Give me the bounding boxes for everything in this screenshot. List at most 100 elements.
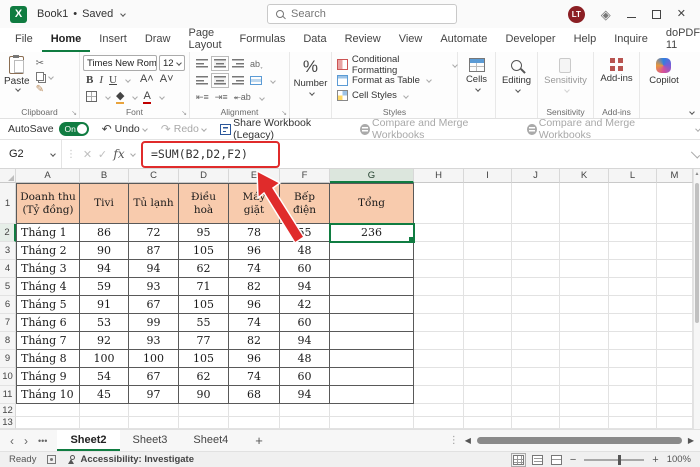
cell-C11[interactable]: 97 [129, 386, 179, 404]
align-top-button[interactable] [196, 59, 208, 68]
cell-C5[interactable]: 93 [129, 278, 179, 296]
cell-L1[interactable] [609, 183, 657, 224]
cell-A4[interactable]: Tháng 3 [16, 260, 80, 278]
cell-K10[interactable] [560, 368, 609, 386]
cell-I13[interactable] [464, 417, 512, 429]
cell-L7[interactable] [609, 314, 657, 332]
autosave-toggle[interactable]: On [59, 122, 89, 136]
cell-F7[interactable]: 60 [280, 314, 330, 332]
row-header-11[interactable]: 11 [0, 386, 16, 404]
col-header-A[interactable]: A [16, 169, 80, 183]
cell-H4[interactable] [414, 260, 464, 278]
cell-K13[interactable] [560, 417, 609, 429]
cell-M12[interactable] [657, 404, 693, 417]
cell-L4[interactable] [609, 260, 657, 278]
cell-A11[interactable]: Tháng 10 [16, 386, 80, 404]
cell-G2[interactable]: 236 [330, 224, 414, 242]
cell-H5[interactable] [414, 278, 464, 296]
cell-F8[interactable]: 94 [280, 332, 330, 350]
horizontal-scroll-thumb[interactable] [477, 437, 682, 444]
cell-B11[interactable]: 45 [80, 386, 129, 404]
cell-F12[interactable] [280, 404, 330, 417]
cell-B4[interactable]: 94 [80, 260, 129, 278]
excel-app-icon[interactable]: X [10, 6, 27, 23]
cell-F13[interactable] [280, 417, 330, 429]
fill-chevron-icon[interactable] [133, 94, 139, 100]
align-bottom-button[interactable] [232, 59, 244, 68]
cell-J13[interactable] [512, 417, 560, 429]
cell-L11[interactable] [609, 386, 657, 404]
cell-B1[interactable]: Tivi [80, 183, 129, 224]
tab-review[interactable]: Review [336, 28, 390, 52]
cell-J6[interactable] [512, 296, 560, 314]
cell-I1[interactable] [464, 183, 512, 224]
cell-G7[interactable] [330, 314, 414, 332]
col-header-G[interactable]: G [330, 169, 414, 183]
document-title[interactable]: Book1 • Saved [37, 8, 125, 20]
cell-I10[interactable] [464, 368, 512, 386]
cell-G12[interactable] [330, 404, 414, 417]
editing-button[interactable]: Editing [502, 55, 531, 92]
cell-C1[interactable]: Tủ lạnh [129, 183, 179, 224]
cell-A6[interactable]: Tháng 5 [16, 296, 80, 314]
cell-D7[interactable]: 55 [179, 314, 229, 332]
cell-L10[interactable] [609, 368, 657, 386]
cell-I2[interactable] [464, 224, 512, 242]
tab-file[interactable]: File [6, 28, 42, 52]
cell-K11[interactable] [560, 386, 609, 404]
enter-entry-button[interactable]: ✓ [95, 148, 110, 161]
cell-F3[interactable]: 48 [280, 242, 330, 260]
row-header-4[interactable]: 4 [0, 260, 16, 278]
clipboard-dialog-launcher[interactable]: ↘ [71, 109, 77, 117]
font-color-button[interactable]: A [143, 91, 150, 102]
cell-D1[interactable]: Điều hoà [179, 183, 229, 224]
name-box[interactable]: G2 [0, 140, 62, 168]
cell-M2[interactable] [657, 224, 693, 242]
cell-A3[interactable]: Tháng 2 [16, 242, 80, 260]
cell-B12[interactable] [80, 404, 129, 417]
avatar[interactable]: LT [568, 6, 585, 23]
maximize-button[interactable] [652, 10, 661, 19]
cell-M9[interactable] [657, 350, 693, 368]
merge-center-button[interactable] [250, 76, 262, 85]
cell-C2[interactable]: 72 [129, 224, 179, 242]
sheet-nav-prev-icon[interactable]: ‹ [10, 434, 14, 448]
decrease-font-button[interactable]: A˅ [160, 74, 174, 85]
orientation-button[interactable]: ab˯ [250, 59, 263, 69]
cell-D6[interactable]: 105 [179, 296, 229, 314]
insert-function-button[interactable]: fx [110, 147, 128, 161]
cell-J7[interactable] [512, 314, 560, 332]
align-left-button[interactable] [196, 76, 208, 85]
cell-B13[interactable] [80, 417, 129, 429]
cell-M11[interactable] [657, 386, 693, 404]
tab-home[interactable]: Home [42, 28, 91, 52]
cell-D2[interactable]: 95 [179, 224, 229, 242]
addins-button[interactable]: Add-ins [600, 55, 632, 84]
cell-M7[interactable] [657, 314, 693, 332]
sheet-nav-next-icon[interactable]: › [24, 434, 28, 448]
font-dialog-launcher[interactable]: ↘ [181, 109, 187, 117]
hscroll-right-arrow-icon[interactable]: ▶ [688, 436, 694, 445]
cell-J10[interactable] [512, 368, 560, 386]
alignment-dialog-launcher[interactable]: ↘ [281, 109, 287, 117]
minimize-button[interactable] [627, 16, 636, 18]
row-header-2[interactable]: 2 [0, 224, 16, 242]
row-header-13[interactable]: 13 [0, 417, 16, 429]
cell-K5[interactable] [560, 278, 609, 296]
redo-button[interactable]: ↷ Redo [161, 122, 206, 136]
cell-E13[interactable] [229, 417, 280, 429]
page-layout-view-button[interactable] [532, 455, 543, 465]
cell-D13[interactable] [179, 417, 229, 429]
cell-J1[interactable] [512, 183, 560, 224]
formula-bar-handle[interactable]: ⋮ [66, 149, 76, 160]
align-right-button[interactable] [232, 76, 244, 85]
cell-G8[interactable] [330, 332, 414, 350]
splitter-handle-icon[interactable]: ⋮ [449, 435, 459, 446]
cell-G4[interactable] [330, 260, 414, 278]
col-header-I[interactable]: I [464, 169, 512, 183]
cell-E10[interactable]: 74 [229, 368, 280, 386]
font-name-select[interactable]: Times New Rom [83, 55, 157, 71]
cell-F4[interactable]: 60 [280, 260, 330, 278]
cell-I9[interactable] [464, 350, 512, 368]
tab-page-layout[interactable]: Page Layout [179, 28, 230, 52]
